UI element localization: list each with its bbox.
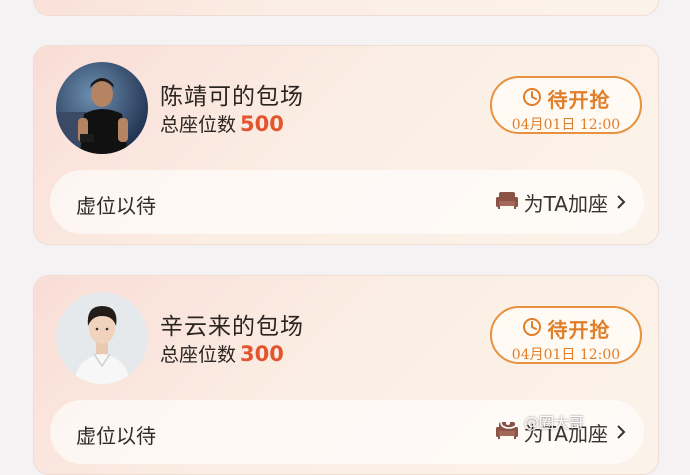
- avatar: [56, 62, 148, 154]
- booking-title: 辛云来的包场: [160, 314, 304, 340]
- status-time: 04月01日 12:00: [511, 117, 621, 133]
- booking-card-2: 辛云来的包场 总座位数 300 待开抢 04月01日 12:00 虚位以待 为T…: [33, 275, 659, 475]
- booking-card-1: 陈靖可的包场 总座位数 500 待开抢 04月01日 12:00 虚位以待 为T…: [33, 45, 659, 245]
- vacancy-text: 虚位以待: [76, 194, 156, 218]
- chevron-right-icon: [616, 191, 626, 215]
- add-seat-label: 为TA加座: [523, 192, 608, 216]
- status-label: 待开抢: [547, 318, 611, 342]
- status-button[interactable]: 待开抢 04月01日 12:00: [490, 306, 642, 364]
- avatar: [56, 292, 148, 384]
- clock-icon: [522, 317, 542, 341]
- status-button[interactable]: 待开抢 04月01日 12:00: [490, 76, 642, 134]
- status-label: 待开抢: [547, 88, 611, 112]
- sofa-icon: [495, 190, 518, 215]
- add-seat-button[interactable]: 为TA加座: [495, 188, 626, 217]
- seat-count: 总座位数 300: [160, 340, 284, 367]
- watermark-text: @圈大哥: [524, 414, 585, 432]
- seat-count: 总座位数 500: [160, 110, 284, 137]
- chevron-right-icon: [616, 421, 626, 445]
- status-time: 04月01日 12:00: [511, 347, 621, 363]
- booking-title: 陈靖可的包场: [160, 84, 304, 110]
- vacancy-bar: 虚位以待 为TA加座: [50, 170, 644, 234]
- seat-count-label: 总座位数: [160, 344, 237, 366]
- clock-icon: [522, 87, 542, 111]
- seat-count-label: 总座位数: [160, 114, 237, 136]
- previous-card-partial: [33, 0, 659, 16]
- weibo-icon: [500, 413, 520, 433]
- seat-count-value: 500: [240, 112, 284, 136]
- seat-count-value: 300: [240, 342, 284, 366]
- watermark: @圈大哥: [500, 412, 584, 433]
- vacancy-text: 虚位以待: [76, 424, 156, 448]
